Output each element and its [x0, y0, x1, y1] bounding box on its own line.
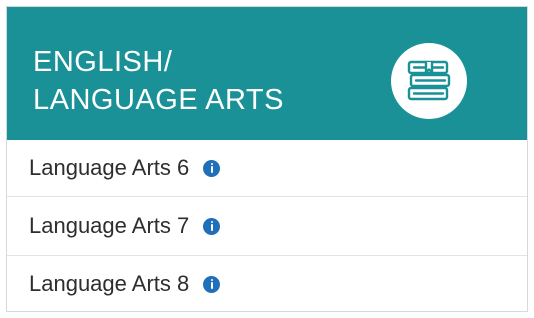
course-item-language-arts-6[interactable]: Language Arts 6	[7, 140, 527, 196]
course-label: Language Arts 6	[29, 155, 190, 180]
books-icon	[391, 43, 467, 119]
info-icon[interactable]	[203, 275, 221, 293]
subject-title: ENGLISH/ LANGUAGE ARTS	[33, 43, 284, 119]
subject-title-line-2: LANGUAGE ARTS	[33, 84, 284, 116]
subject-header: ENGLISH/ LANGUAGE ARTS	[7, 7, 527, 140]
subject-title-line-1: ENGLISH/	[33, 46, 173, 78]
course-item-language-arts-7[interactable]: Language Arts 7	[7, 196, 527, 255]
info-icon[interactable]	[203, 217, 221, 235]
course-label: Language Arts 7	[29, 213, 190, 238]
subject-card: ENGLISH/ LANGUAGE ARTS Language Arts 6 L…	[6, 6, 528, 312]
course-label: Language Arts 8	[29, 271, 190, 296]
course-item-language-arts-8[interactable]: Language Arts 8	[7, 255, 527, 312]
info-icon[interactable]	[203, 159, 221, 177]
